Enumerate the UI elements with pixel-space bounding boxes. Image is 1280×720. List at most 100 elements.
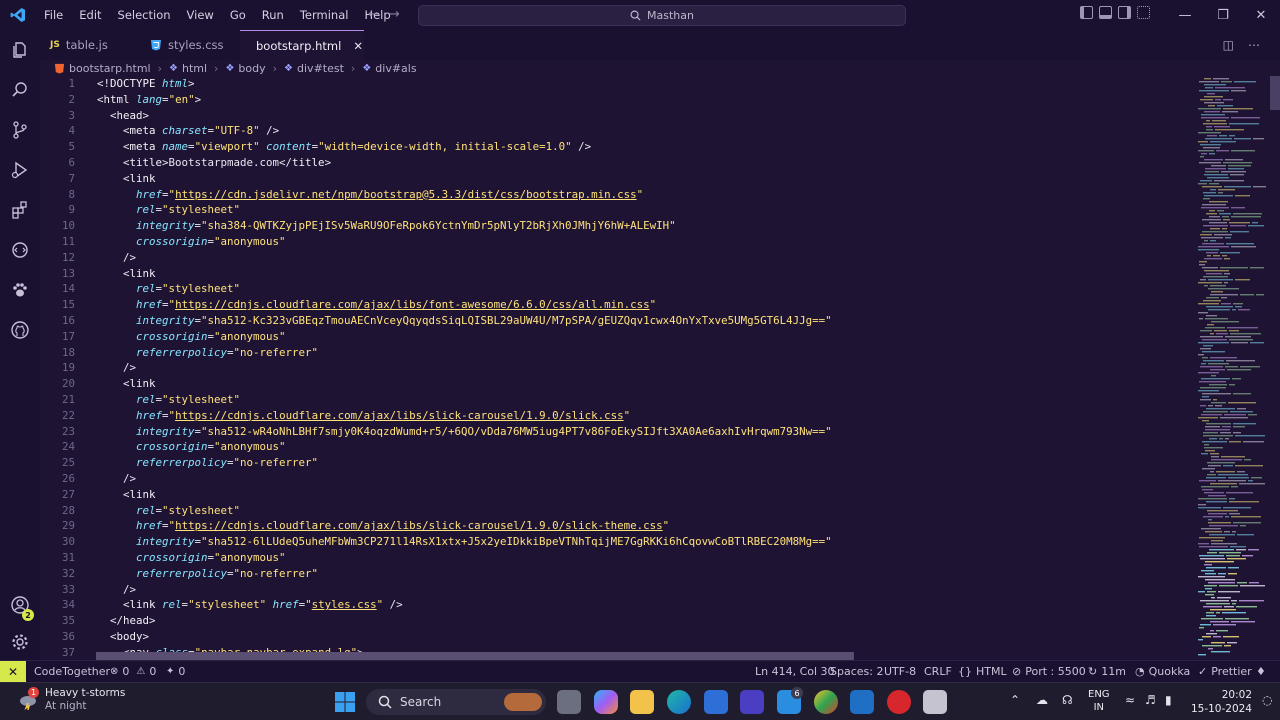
problems-status[interactable]: ⊗ 0 ⚠ 0	[110, 661, 156, 682]
back-arrow-icon[interactable]: ←	[368, 7, 379, 22]
code-line[interactable]: 1 <!DOCTYPE html>	[40, 76, 1190, 92]
code-editor[interactable]: 1 <!DOCTYPE html> 2 <html lang="en"> 3 <head…	[40, 76, 1190, 660]
breadcrumb-body[interactable]: body	[238, 62, 265, 75]
show-hidden-icons[interactable]: ⌃	[1010, 693, 1020, 707]
code-line[interactable]: 22 href="https://cdnjs.cloudflare.com/aj…	[40, 408, 1190, 424]
breadcrumb-div-als[interactable]: div#als	[375, 62, 416, 75]
forward-arrow-icon[interactable]: →	[389, 7, 400, 22]
code-line[interactable]: 17 crossorigin="anonymous"	[40, 329, 1190, 345]
vertical-scrollbar[interactable]	[1270, 76, 1280, 110]
microphone-icon[interactable]: ☊	[1062, 693, 1073, 707]
prettier-status[interactable]: ✓ Prettier	[1198, 661, 1252, 682]
code-line[interactable]: 19 />	[40, 360, 1190, 376]
code-line[interactable]: 12 />	[40, 250, 1190, 266]
close-window-icon[interactable]: ✕	[1242, 0, 1280, 30]
paw-extension-icon[interactable]	[0, 270, 40, 310]
snipping-tool-icon[interactable]	[923, 690, 947, 714]
task-view-icon[interactable]	[557, 690, 581, 714]
code-line[interactable]: 5 <meta name="viewport" content="width=d…	[40, 139, 1190, 155]
code-line[interactable]: 9 rel="stylesheet"	[40, 202, 1190, 218]
code-line[interactable]: 34 <link rel="stylesheet" href="styles.c…	[40, 597, 1190, 613]
code-line[interactable]: 32 referrerpolicy="no-referrer"	[40, 566, 1190, 582]
code-line[interactable]: 3 <head>	[40, 108, 1190, 124]
live-server-status[interactable]: ⊘ Port : 5500	[1012, 661, 1086, 682]
breadcrumb-file[interactable]: bootstarp.html	[69, 62, 151, 75]
taskbar-search[interactable]: Search	[366, 689, 546, 715]
code-line[interactable]: 16 integrity="sha512-Kc323vGBEqzTmouAECn…	[40, 313, 1190, 329]
notifications-icon[interactable]: ◌	[1262, 693, 1272, 707]
vscode-taskbar-icon[interactable]	[850, 690, 874, 714]
menu-terminal[interactable]: Terminal	[292, 8, 357, 22]
code-line[interactable]: 21 rel="stylesheet"	[40, 392, 1190, 408]
more-actions-icon[interactable]: ⋯	[1248, 38, 1260, 52]
code-line[interactable]: 14 rel="stylesheet"	[40, 281, 1190, 297]
menu-selection[interactable]: Selection	[110, 8, 179, 22]
menu-run[interactable]: Run	[254, 8, 292, 22]
source-control-icon[interactable]	[0, 110, 40, 150]
breadcrumb-html[interactable]: html	[182, 62, 207, 75]
file-explorer-icon[interactable]	[630, 690, 654, 714]
toggle-panel-icon[interactable]	[1099, 6, 1112, 19]
github-icon[interactable]	[0, 310, 40, 350]
code-line[interactable]: 20 <link	[40, 376, 1190, 392]
toggle-primary-sidebar-icon[interactable]	[1080, 6, 1093, 19]
eol-status[interactable]: CRLF	[924, 661, 952, 682]
menu-file[interactable]: File	[36, 8, 71, 22]
time-tracker-status[interactable]: ↻ 11m	[1088, 661, 1126, 682]
customize-layout-icon[interactable]	[1137, 6, 1150, 19]
cursor-position[interactable]: Ln 414, Col 30	[755, 661, 835, 682]
maximize-icon[interactable]: ❐	[1204, 0, 1242, 30]
live-share-icon[interactable]	[0, 230, 40, 270]
extensions-icon[interactable]	[0, 190, 40, 230]
menu-edit[interactable]: Edit	[71, 8, 109, 22]
weather-widget[interactable]: 1 Heavy t-storms At night	[18, 687, 125, 713]
explorer-icon[interactable]	[0, 30, 40, 70]
close-tab-icon[interactable]: ✕	[353, 39, 363, 53]
tab-styles-css[interactable]: styles.css	[140, 30, 240, 60]
code-line[interactable]: 4 <meta charset="UTF-8" />	[40, 123, 1190, 139]
code-line[interactable]: 23 integrity="sha512-wR4oNhLBHf7smjy0K4o…	[40, 424, 1190, 440]
visual-studio-icon[interactable]	[740, 690, 764, 714]
system-clock[interactable]: 20:02 15-10-2024	[1191, 688, 1252, 716]
code-line[interactable]: 2 <html lang="en">	[40, 92, 1190, 108]
wifi-icon[interactable]: ≈	[1125, 693, 1135, 707]
codetogether-status[interactable]: CodeTogether	[34, 661, 110, 682]
edge-browser-icon[interactable]	[667, 690, 691, 714]
minimap[interactable]	[1190, 76, 1270, 660]
code-line[interactable]: 35 </head>	[40, 613, 1190, 629]
command-center[interactable]: Masthan	[418, 5, 906, 26]
code-line[interactable]: 26 />	[40, 471, 1190, 487]
code-line[interactable]: 13 <link	[40, 266, 1190, 282]
code-line[interactable]: 28 rel="stylesheet"	[40, 503, 1190, 519]
horizontal-scrollbar[interactable]	[96, 652, 854, 660]
remote-indicator[interactable]: ✕	[0, 661, 26, 682]
vscode-logo-icon[interactable]	[0, 0, 36, 30]
indentation-status[interactable]: Spaces: 2	[830, 661, 883, 682]
code-line[interactable]: 11 crossorigin="anonymous"	[40, 234, 1190, 250]
code-line[interactable]: 8 href="https://cdn.jsdelivr.net/npm/boo…	[40, 187, 1190, 203]
quokka-status[interactable]: ◔ Quokka	[1135, 661, 1190, 682]
code-line[interactable]: 24 crossorigin="anonymous"	[40, 439, 1190, 455]
code-line[interactable]: 30 integrity="sha512-6lLUdeQ5uheMFbWm3CP…	[40, 534, 1190, 550]
code-line[interactable]: 27 <link	[40, 487, 1190, 503]
split-editor-icon[interactable]: ◫	[1223, 38, 1234, 52]
tab-bootstarp-html[interactable]: bootstarp.html ✕	[240, 30, 364, 60]
toggle-secondary-sidebar-icon[interactable]	[1118, 6, 1131, 19]
ports-status[interactable]: ✦ 0	[166, 661, 185, 682]
battery-icon[interactable]: ▮	[1165, 693, 1172, 707]
notifications-bell-icon[interactable]: ♦	[1256, 661, 1266, 682]
microsoft-store-icon[interactable]	[704, 690, 728, 714]
menu-go[interactable]: Go	[222, 8, 254, 22]
code-line[interactable]: 10 integrity="sha384-QWTKZyjpPEjISv5WaRU…	[40, 218, 1190, 234]
code-line[interactable]: 18 referrerpolicy="no-referrer"	[40, 345, 1190, 361]
code-line[interactable]: 29 href="https://cdnjs.cloudflare.com/aj…	[40, 518, 1190, 534]
minimize-icon[interactable]: —	[1166, 0, 1204, 30]
chrome-icon[interactable]	[814, 690, 838, 714]
run-debug-icon[interactable]	[0, 150, 40, 190]
code-line[interactable]: 33 />	[40, 582, 1190, 598]
code-line[interactable]: 15 href="https://cdnjs.cloudflare.com/aj…	[40, 297, 1190, 313]
mail-icon[interactable]: 6	[777, 687, 803, 714]
windows-start-icon[interactable]	[333, 690, 357, 714]
opera-icon[interactable]	[887, 690, 911, 714]
copilot-icon[interactable]	[594, 690, 618, 714]
